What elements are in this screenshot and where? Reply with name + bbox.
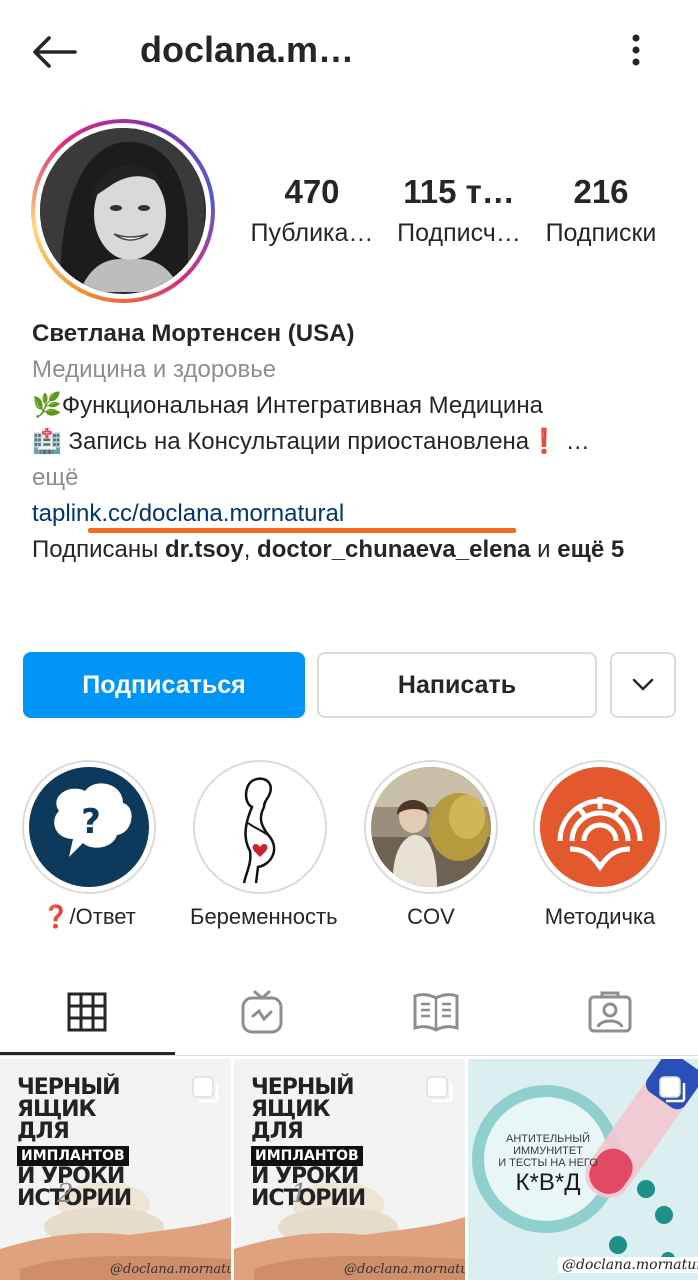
post-subtitle-line-2: ИММУНИТЕТ (513, 1145, 583, 1157)
stat-posts[interactable]: 470 Публика… (246, 172, 378, 250)
post-title-top: ЧЕРНЫЙ ЯЩИК ДЛЯ (251, 1075, 355, 1144)
active-tab-indicator (0, 1052, 175, 1055)
grid-post[interactable]: АНТИТЕЛЬНЫЙ ИММУНИТЕТ И ТЕСТЫ НА НЕГО К*… (468, 1059, 698, 1280)
carousel-icon (426, 1076, 453, 1103)
grid-post[interactable]: ЧЕРНЫЙ ЯЩИК ДЛЯ ИМПЛАНТОВ И УРОКИ ИСТОРИ… (234, 1059, 465, 1280)
post-watermark: @doclana.mornatural (110, 1262, 231, 1277)
profile-full-name: Светлана Мортенсен (USA) (32, 320, 355, 347)
follow-button[interactable]: Подписаться (23, 652, 305, 718)
stat-following[interactable]: 216 Подписки (535, 172, 667, 250)
bio-line-1: 🌿Функциональная Интегративная Медицина (32, 392, 543, 419)
tab-igtv[interactable] (175, 968, 349, 1056)
suggested-accounts-button[interactable] (610, 652, 676, 718)
highlight-label: Беременность (190, 904, 338, 929)
post-watermark: @doclana.mornatural (558, 1257, 698, 1273)
back-button[interactable] (22, 28, 86, 76)
stat-following-label: Подписки (545, 219, 657, 247)
stat-posts-label: Публика… (250, 219, 374, 247)
profile-category: Медицина и здоровье (32, 356, 277, 383)
stat-followers-count: 115 т… (403, 173, 515, 210)
tab-tagged[interactable] (523, 968, 697, 1056)
tagged-icon (588, 991, 632, 1033)
kebab-menu-icon (632, 34, 640, 66)
highlight-label: ❓/Ответ (42, 904, 136, 929)
post-title-box: ИМПЛАНТОВ (17, 1146, 129, 1166)
post-subtitle-line-3: И ТЕСТЫ НА НЕГО (498, 1157, 598, 1169)
highlight-pregnancy[interactable]: Беременность (190, 760, 338, 930)
stat-posts-count: 470 (284, 173, 340, 210)
avatar (40, 128, 206, 294)
post-title-box: ИМПЛАНТОВ (251, 1146, 363, 1166)
bio-more-link[interactable]: ещё (32, 460, 672, 496)
profile-username: doclana.m… (140, 29, 355, 70)
post-headline: К*В*Д (515, 1169, 581, 1196)
followed-by-separator: , (243, 536, 258, 563)
highlight-label: Методичка (544, 904, 656, 929)
sunburst-logo-icon (540, 767, 660, 887)
profile-tabs (0, 968, 698, 1056)
avatar-story-ring[interactable] (31, 119, 215, 303)
highlight-cov[interactable]: COV (361, 760, 501, 930)
grid-icon (67, 992, 107, 1032)
speech-bubble-question-icon: ? (29, 767, 149, 887)
followed-by-and: и (530, 536, 558, 563)
chevron-down-icon (632, 678, 654, 691)
post-number: 2 (57, 1179, 74, 1209)
more-options-button[interactable] (612, 26, 660, 74)
highlight-photo (371, 767, 491, 887)
arrow-left-icon (33, 36, 77, 68)
message-button[interactable]: Написать (317, 652, 597, 718)
bio-website-link[interactable]: taplink.cc/doclana.mornatural (32, 496, 672, 532)
svg-text:?: ? (81, 802, 101, 842)
igtv-icon (241, 990, 283, 1034)
grid-post[interactable]: ЧЕРНЫЙ ЯЩИК ДЛЯ ИМПЛАНТОВ И УРОКИ ИСТОРИ… (0, 1059, 231, 1280)
followed-by-more: ещё 5 (557, 536, 625, 563)
post-subtitle-line-1: АНТИТЕЛЬНЫЙ (506, 1133, 590, 1145)
post-watermark: @doclana.mornatural (344, 1262, 465, 1277)
followed-by-user-1: dr.tsoy (165, 536, 244, 563)
highlight-manual[interactable]: Методичка (530, 760, 670, 930)
post-title-top: ЧЕРНЫЙ ЯЩИК ДЛЯ (17, 1075, 121, 1144)
tab-guides[interactable] (349, 968, 523, 1056)
post-subtitle: АНТИТЕЛЬНЫЙ ИММУНИТЕТ И ТЕСТЫ НА НЕГО (482, 1133, 614, 1169)
followed-by[interactable]: Подписаны dr.tsoy, doctor_chunaeva_elena… (32, 532, 672, 568)
post-number: 1 (291, 1179, 308, 1209)
guide-icon (413, 993, 459, 1032)
annotation-underline (88, 528, 516, 533)
stat-following-count: 216 (573, 173, 629, 210)
stat-followers[interactable]: 115 т… Подписч… (388, 172, 530, 250)
bio-line-2: 🏥 Запись на Консультации приостановлена❗… (32, 428, 590, 455)
stat-followers-label: Подписч… (397, 219, 521, 247)
pregnant-silhouette-icon (200, 767, 320, 887)
followed-by-user-2: doctor_chunaeva_elena (257, 536, 531, 563)
highlight-label: COV (407, 904, 455, 929)
top-bar: doclana.m… (0, 0, 698, 104)
carousel-icon (192, 1076, 219, 1103)
highlight-answer[interactable]: ? ❓/Ответ (19, 760, 159, 930)
tab-posts-grid[interactable] (0, 968, 174, 1056)
carousel-icon (659, 1076, 686, 1103)
followed-by-prefix: Подписаны (32, 536, 165, 563)
